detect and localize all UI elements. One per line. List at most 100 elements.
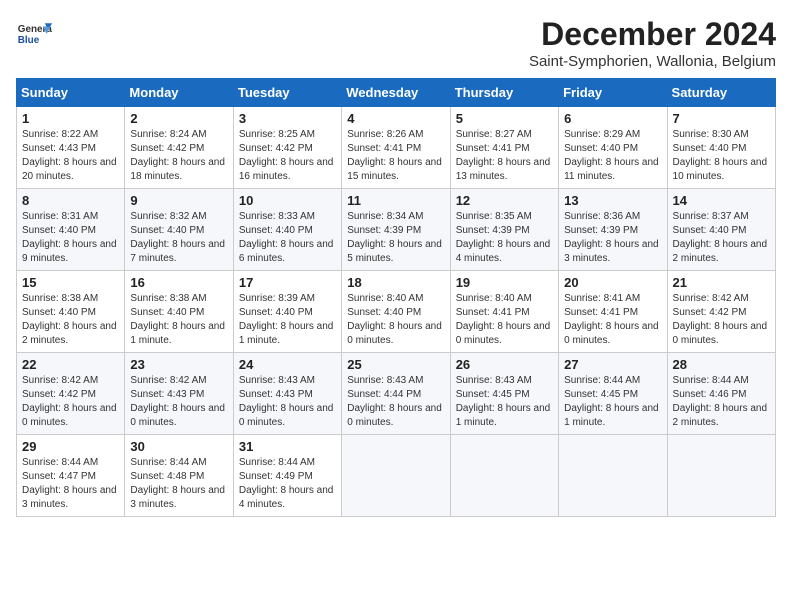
day-info: Sunrise: 8:43 AM Sunset: 4:44 PM Dayligh… xyxy=(347,374,444,430)
calendar-cell: 23 Sunrise: 8:42 AM Sunset: 4:43 PM Dayl… xyxy=(125,353,233,435)
calendar-cell: 19 Sunrise: 8:40 AM Sunset: 4:41 PM Dayl… xyxy=(450,271,558,353)
day-number: 2 xyxy=(130,111,227,126)
calendar-cell: 18 Sunrise: 8:40 AM Sunset: 4:40 PM Dayl… xyxy=(342,271,450,353)
day-info: Sunrise: 8:43 AM Sunset: 4:43 PM Dayligh… xyxy=(239,374,336,430)
day-number: 5 xyxy=(456,111,553,126)
calendar-cell: 27 Sunrise: 8:44 AM Sunset: 4:45 PM Dayl… xyxy=(559,353,667,435)
day-number: 31 xyxy=(239,439,336,454)
weekday-header-sunday: Sunday xyxy=(17,79,125,107)
calendar-cell: 16 Sunrise: 8:38 AM Sunset: 4:40 PM Dayl… xyxy=(125,271,233,353)
calendar-week-2: 8 Sunrise: 8:31 AM Sunset: 4:40 PM Dayli… xyxy=(17,189,776,271)
day-number: 12 xyxy=(456,193,553,208)
day-info: Sunrise: 8:36 AM Sunset: 4:39 PM Dayligh… xyxy=(564,210,661,266)
day-info: Sunrise: 8:25 AM Sunset: 4:42 PM Dayligh… xyxy=(239,128,336,184)
day-info: Sunrise: 8:44 AM Sunset: 4:49 PM Dayligh… xyxy=(239,456,336,512)
day-info: Sunrise: 8:22 AM Sunset: 4:43 PM Dayligh… xyxy=(22,128,119,184)
calendar-header-row: SundayMondayTuesdayWednesdayThursdayFrid… xyxy=(17,79,776,107)
day-number: 30 xyxy=(130,439,227,454)
day-info: Sunrise: 8:31 AM Sunset: 4:40 PM Dayligh… xyxy=(22,210,119,266)
calendar-cell: 25 Sunrise: 8:43 AM Sunset: 4:44 PM Dayl… xyxy=(342,353,450,435)
title-block: December 2024 Saint-Symphorien, Wallonia… xyxy=(529,16,776,70)
day-number: 11 xyxy=(347,193,444,208)
calendar-cell: 14 Sunrise: 8:37 AM Sunset: 4:40 PM Dayl… xyxy=(667,189,775,271)
calendar-cell xyxy=(342,435,450,517)
day-number: 13 xyxy=(564,193,661,208)
day-info: Sunrise: 8:35 AM Sunset: 4:39 PM Dayligh… xyxy=(456,210,553,266)
day-info: Sunrise: 8:42 AM Sunset: 4:43 PM Dayligh… xyxy=(130,374,227,430)
calendar-week-4: 22 Sunrise: 8:42 AM Sunset: 4:42 PM Dayl… xyxy=(17,353,776,435)
calendar-cell: 22 Sunrise: 8:42 AM Sunset: 4:42 PM Dayl… xyxy=(17,353,125,435)
calendar-cell: 20 Sunrise: 8:41 AM Sunset: 4:41 PM Dayl… xyxy=(559,271,667,353)
calendar-cell: 17 Sunrise: 8:39 AM Sunset: 4:40 PM Dayl… xyxy=(233,271,341,353)
calendar-cell: 26 Sunrise: 8:43 AM Sunset: 4:45 PM Dayl… xyxy=(450,353,558,435)
calendar-cell: 8 Sunrise: 8:31 AM Sunset: 4:40 PM Dayli… xyxy=(17,189,125,271)
day-number: 1 xyxy=(22,111,119,126)
weekday-header-monday: Monday xyxy=(125,79,233,107)
day-info: Sunrise: 8:34 AM Sunset: 4:39 PM Dayligh… xyxy=(347,210,444,266)
subtitle: Saint-Symphorien, Wallonia, Belgium xyxy=(529,53,776,70)
logo: General Blue xyxy=(16,16,56,52)
calendar-cell: 1 Sunrise: 8:22 AM Sunset: 4:43 PM Dayli… xyxy=(17,107,125,189)
day-number: 8 xyxy=(22,193,119,208)
day-info: Sunrise: 8:44 AM Sunset: 4:46 PM Dayligh… xyxy=(673,374,770,430)
day-number: 4 xyxy=(347,111,444,126)
day-info: Sunrise: 8:29 AM Sunset: 4:40 PM Dayligh… xyxy=(564,128,661,184)
day-info: Sunrise: 8:44 AM Sunset: 4:47 PM Dayligh… xyxy=(22,456,119,512)
day-info: Sunrise: 8:37 AM Sunset: 4:40 PM Dayligh… xyxy=(673,210,770,266)
page-header: General Blue December 2024 Saint-Symphor… xyxy=(16,16,776,70)
calendar-cell: 5 Sunrise: 8:27 AM Sunset: 4:41 PM Dayli… xyxy=(450,107,558,189)
day-info: Sunrise: 8:30 AM Sunset: 4:40 PM Dayligh… xyxy=(673,128,770,184)
day-number: 20 xyxy=(564,275,661,290)
day-number: 23 xyxy=(130,357,227,372)
day-number: 25 xyxy=(347,357,444,372)
day-info: Sunrise: 8:42 AM Sunset: 4:42 PM Dayligh… xyxy=(673,292,770,348)
calendar-cell xyxy=(450,435,558,517)
calendar-cell: 30 Sunrise: 8:44 AM Sunset: 4:48 PM Dayl… xyxy=(125,435,233,517)
calendar-cell: 7 Sunrise: 8:30 AM Sunset: 4:40 PM Dayli… xyxy=(667,107,775,189)
day-number: 27 xyxy=(564,357,661,372)
calendar-table: SundayMondayTuesdayWednesdayThursdayFrid… xyxy=(16,78,776,517)
day-number: 9 xyxy=(130,193,227,208)
day-number: 10 xyxy=(239,193,336,208)
day-number: 28 xyxy=(673,357,770,372)
weekday-header-tuesday: Tuesday xyxy=(233,79,341,107)
calendar-cell: 3 Sunrise: 8:25 AM Sunset: 4:42 PM Dayli… xyxy=(233,107,341,189)
day-info: Sunrise: 8:38 AM Sunset: 4:40 PM Dayligh… xyxy=(22,292,119,348)
day-number: 19 xyxy=(456,275,553,290)
main-title: December 2024 xyxy=(529,16,776,53)
calendar-cell xyxy=(559,435,667,517)
day-number: 15 xyxy=(22,275,119,290)
calendar-week-5: 29 Sunrise: 8:44 AM Sunset: 4:47 PM Dayl… xyxy=(17,435,776,517)
day-info: Sunrise: 8:42 AM Sunset: 4:42 PM Dayligh… xyxy=(22,374,119,430)
day-number: 7 xyxy=(673,111,770,126)
day-number: 6 xyxy=(564,111,661,126)
calendar-week-1: 1 Sunrise: 8:22 AM Sunset: 4:43 PM Dayli… xyxy=(17,107,776,189)
calendar-week-3: 15 Sunrise: 8:38 AM Sunset: 4:40 PM Dayl… xyxy=(17,271,776,353)
day-info: Sunrise: 8:24 AM Sunset: 4:42 PM Dayligh… xyxy=(130,128,227,184)
calendar-cell: 4 Sunrise: 8:26 AM Sunset: 4:41 PM Dayli… xyxy=(342,107,450,189)
day-number: 26 xyxy=(456,357,553,372)
day-info: Sunrise: 8:43 AM Sunset: 4:45 PM Dayligh… xyxy=(456,374,553,430)
day-info: Sunrise: 8:40 AM Sunset: 4:40 PM Dayligh… xyxy=(347,292,444,348)
day-number: 3 xyxy=(239,111,336,126)
day-info: Sunrise: 8:39 AM Sunset: 4:40 PM Dayligh… xyxy=(239,292,336,348)
weekday-header-saturday: Saturday xyxy=(667,79,775,107)
calendar-cell: 2 Sunrise: 8:24 AM Sunset: 4:42 PM Dayli… xyxy=(125,107,233,189)
day-info: Sunrise: 8:44 AM Sunset: 4:45 PM Dayligh… xyxy=(564,374,661,430)
day-number: 17 xyxy=(239,275,336,290)
day-info: Sunrise: 8:41 AM Sunset: 4:41 PM Dayligh… xyxy=(564,292,661,348)
day-number: 24 xyxy=(239,357,336,372)
calendar-cell xyxy=(667,435,775,517)
day-info: Sunrise: 8:26 AM Sunset: 4:41 PM Dayligh… xyxy=(347,128,444,184)
day-info: Sunrise: 8:44 AM Sunset: 4:48 PM Dayligh… xyxy=(130,456,227,512)
day-info: Sunrise: 8:27 AM Sunset: 4:41 PM Dayligh… xyxy=(456,128,553,184)
calendar-cell: 31 Sunrise: 8:44 AM Sunset: 4:49 PM Dayl… xyxy=(233,435,341,517)
day-info: Sunrise: 8:32 AM Sunset: 4:40 PM Dayligh… xyxy=(130,210,227,266)
calendar-cell: 13 Sunrise: 8:36 AM Sunset: 4:39 PM Dayl… xyxy=(559,189,667,271)
weekday-header-wednesday: Wednesday xyxy=(342,79,450,107)
calendar-cell: 11 Sunrise: 8:34 AM Sunset: 4:39 PM Dayl… xyxy=(342,189,450,271)
calendar-cell: 9 Sunrise: 8:32 AM Sunset: 4:40 PM Dayli… xyxy=(125,189,233,271)
day-number: 14 xyxy=(673,193,770,208)
day-number: 18 xyxy=(347,275,444,290)
day-info: Sunrise: 8:40 AM Sunset: 4:41 PM Dayligh… xyxy=(456,292,553,348)
